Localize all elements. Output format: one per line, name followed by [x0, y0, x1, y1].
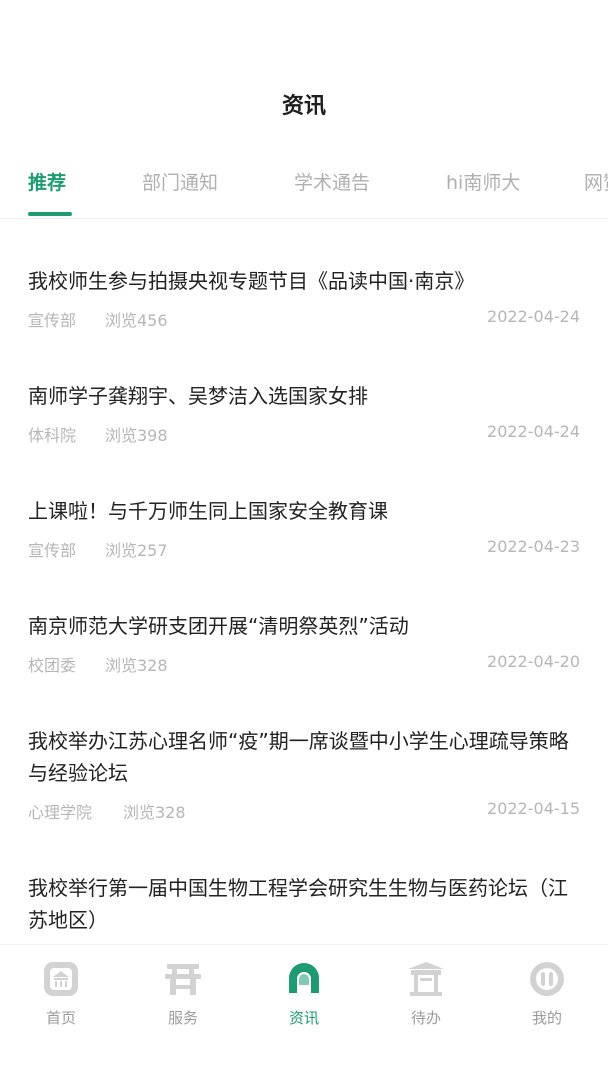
news-icon	[289, 963, 319, 993]
tabbar-item-service[interactable]: 服务	[133, 959, 233, 1029]
tabbar-label: 服务	[167, 1009, 198, 1027]
news-views: 浏览328	[123, 803, 186, 822]
tab-hi-nnu[interactable]: hi南师大	[446, 168, 520, 195]
header: 资讯	[0, 0, 608, 140]
news-meta: 宣传部 浏览257 2022-04-23	[28, 537, 580, 561]
category-tabs: 推荐 部门通知 学术通告 hi南师大 网赞	[0, 162, 608, 219]
news-source: 体科院	[28, 426, 77, 445]
tabbar-item-profile[interactable]: 我的	[497, 959, 597, 1029]
news-item[interactable]: 我校举办江苏心理名师“疫”期一席谈暨中小学生心理疏导策略与经验论坛 心理学院 浏…	[28, 725, 580, 823]
service-icon	[165, 964, 201, 995]
news-item[interactable]: 我校举行第一届中国生物工程学会研究生生物与医药论坛（江苏地区）	[28, 872, 580, 936]
news-meta: 宣传部 浏览456 2022-04-24	[28, 307, 580, 331]
news-title: 我校举行第一届中国生物工程学会研究生生物与医药论坛（江苏地区）	[28, 876, 568, 932]
news-date: 2022-04-24	[487, 422, 580, 441]
news-title: 我校师生参与拍摄央视专题节目《品读中国·南京》	[28, 269, 475, 293]
home-icon	[44, 962, 78, 996]
news-date: 2022-04-15	[487, 799, 580, 818]
news-meta: 校团委 浏览328 2022-04-20	[28, 652, 580, 676]
news-source: 校团委	[28, 656, 77, 675]
tabbar-item-home[interactable]: 首页	[11, 959, 111, 1029]
news-feed: 我校师生参与拍摄央视专题节目《品读中国·南京》 宣传部 浏览456 2022-0…	[0, 219, 608, 944]
tab-recommend[interactable]: 推荐	[28, 168, 66, 195]
news-source: 宣传部	[28, 541, 77, 560]
news-date: 2022-04-23	[487, 537, 580, 556]
news-views: 浏览257	[105, 541, 168, 560]
tabbar-label: 我的	[531, 1009, 562, 1027]
bottom-tab-bar: 首页 服务 资讯 待办 我的	[0, 944, 608, 1081]
news-title: 我校举办江苏心理名师“疫”期一席谈暨中小学生心理疏导策略与经验论坛	[28, 729, 569, 785]
news-title: 上课啦！与千万师生同上国家安全教育课	[28, 499, 388, 523]
news-views: 浏览398	[105, 426, 168, 445]
tab-more[interactable]: 网赞	[584, 168, 608, 195]
news-views: 浏览328	[105, 656, 168, 675]
tabbar-item-news[interactable]: 资讯	[254, 959, 354, 1029]
news-item[interactable]: 南师学子龚翔宇、吴梦洁入选国家女排 体科院 浏览398 2022-04-24	[28, 380, 580, 446]
news-item[interactable]: 上课啦！与千万师生同上国家安全教育课 宣传部 浏览257 2022-04-23	[28, 495, 580, 561]
news-source: 心理学院	[28, 803, 93, 822]
active-tab-indicator	[28, 212, 72, 216]
news-meta: 体科院 浏览398 2022-04-24	[28, 422, 580, 446]
tabbar-label: 首页	[45, 1009, 76, 1027]
news-source: 宣传部	[28, 311, 77, 330]
tabbar-item-todo[interactable]: 待办	[376, 959, 476, 1029]
profile-icon	[530, 962, 564, 996]
todo-icon	[408, 962, 444, 996]
news-date: 2022-04-20	[487, 652, 580, 671]
page-title: 资讯	[281, 94, 326, 119]
news-views: 浏览456	[105, 311, 168, 330]
news-item[interactable]: 南京师范大学研支团开展“清明祭英烈”活动 校团委 浏览328 2022-04-2…	[28, 610, 580, 676]
news-title: 南京师范大学研支团开展“清明祭英烈”活动	[28, 614, 409, 638]
tabbar-label: 资讯	[288, 1009, 319, 1027]
news-title: 南师学子龚翔宇、吴梦洁入选国家女排	[28, 384, 368, 408]
tabbar-label: 待办	[410, 1009, 441, 1027]
tab-academic-notices[interactable]: 学术通告	[294, 168, 370, 195]
news-item[interactable]: 我校师生参与拍摄央视专题节目《品读中国·南京》 宣传部 浏览456 2022-0…	[28, 265, 580, 331]
news-date: 2022-04-24	[487, 307, 580, 326]
news-meta: 心理学院 浏览328 2022-04-15	[28, 799, 580, 823]
tab-department-notices[interactable]: 部门通知	[142, 168, 218, 195]
